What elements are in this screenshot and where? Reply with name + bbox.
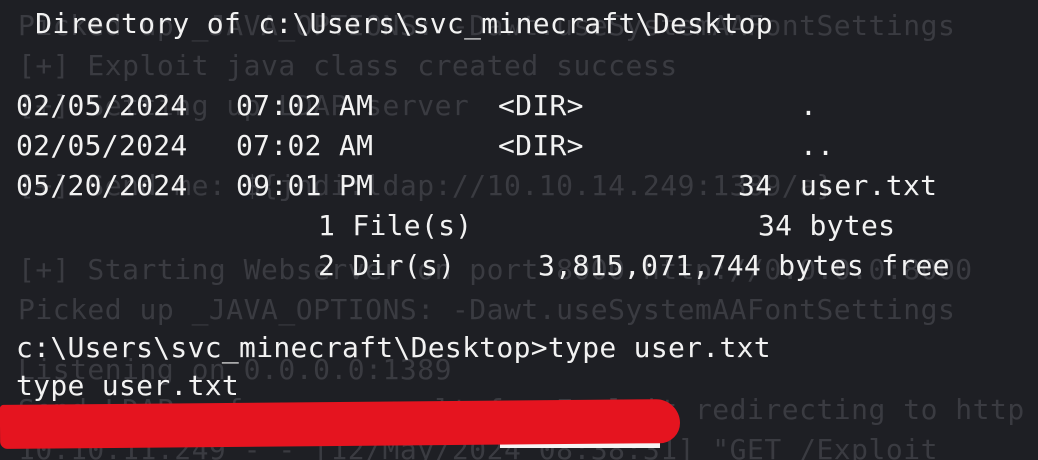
redaction-mark	[0, 399, 681, 452]
listing-date: 02/05/2024	[16, 89, 188, 122]
listing-size: 34	[738, 169, 773, 202]
command-line[interactable]: c:\Users\svc_minecraft\Desktop>type user…	[16, 328, 771, 368]
directory-header: Directory of c:\Users\svc_minecraft\Desk…	[18, 7, 773, 40]
summary-dirs-bytes: 3,815,071,744 bytes free	[538, 249, 950, 282]
listing-type: <DIR>	[498, 89, 584, 122]
listing-name: ..	[800, 129, 835, 162]
listing-date: 05/20/2024	[16, 169, 188, 202]
listing-name: .	[800, 89, 818, 122]
listing-date: 02/05/2024	[16, 129, 188, 162]
prompt: c:\Users\svc_minecraft\Desktop>	[16, 331, 548, 364]
listing-type: <DIR>	[498, 129, 584, 162]
listing-time: 07:02 AM	[236, 89, 374, 122]
listing-time: 09:01 PM	[236, 169, 374, 202]
summary-files: 1 File(s)	[318, 209, 473, 242]
listing-name: user.txt	[800, 169, 938, 202]
listing-time: 07:02 AM	[236, 129, 374, 162]
typed-command: type user.txt	[547, 331, 771, 364]
terminal-foreground-output: Directory of c:\Users\svc_minecraft\Desk…	[0, 0, 1038, 460]
summary-files-bytes: 34 bytes	[758, 209, 896, 242]
redaction-red-stroke	[0, 399, 681, 449]
terminal-window[interactable]: Picked up _JAVA_OPTIONS: -Dawt.useSystem…	[0, 0, 1038, 460]
summary-dirs: 2 Dir(s)	[318, 249, 456, 282]
